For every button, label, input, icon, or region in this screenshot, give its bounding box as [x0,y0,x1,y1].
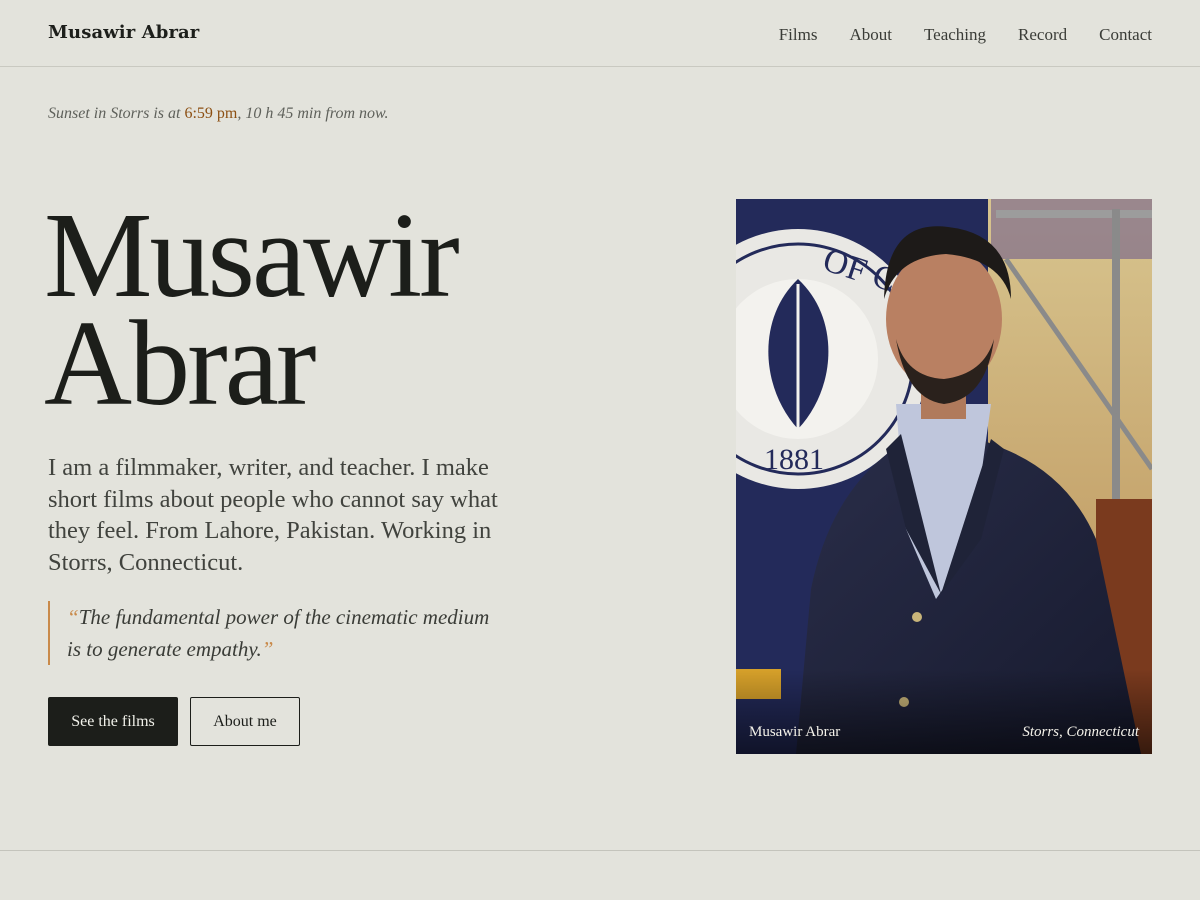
quote-open-mark: “ [67,605,79,629]
hero-title: Musawir Abrar [44,188,644,431]
photo-caption-place: Storrs, Connecticut [1022,724,1139,740]
nav-record[interactable]: Record [1018,25,1067,45]
site-brand[interactable]: Musawir Abrar [48,22,199,43]
quote-text: The fundamental power of the cinematic m… [67,605,490,661]
hero-title-last: Abrar [44,296,317,431]
intro-text: I am a filmmaker, writer, and teacher. I… [48,454,498,576]
about-me-button[interactable]: About me [190,697,300,746]
nav-contact[interactable]: Contact [1099,25,1152,45]
quote-close-mark: ” [261,637,274,661]
svg-text:1881: 1881 [764,443,824,476]
portrait-photo: OF CONN 1881 Musawir Abrar Storrs, Conne… [736,199,1152,754]
sunset-notice: Sunset in Storrs is at 6:59 pm, 10 h 45 … [48,105,388,123]
sunset-suffix: , 10 h 45 min from now. [237,105,389,122]
main-nav: Films About Teaching Record Contact [779,25,1152,45]
photo-caption-name: Musawir Abrar [749,724,841,740]
section-divider [0,850,1200,851]
site-header: Musawir Abrar Films About Teaching Recor… [0,0,1200,67]
hero-title-first: Musawir [44,188,460,323]
sunset-prefix: Sunset in Storrs is at [48,105,185,122]
nav-films[interactable]: Films [779,25,818,45]
see-films-button[interactable]: See the films [48,697,178,746]
hero-quote: “The fundamental power of the cinematic … [48,601,508,665]
nav-teaching[interactable]: Teaching [924,25,986,45]
sunset-time: 6:59 pm [184,105,238,122]
nav-about[interactable]: About [849,25,892,45]
portrait-illustration: OF CONN 1881 [736,199,1152,754]
